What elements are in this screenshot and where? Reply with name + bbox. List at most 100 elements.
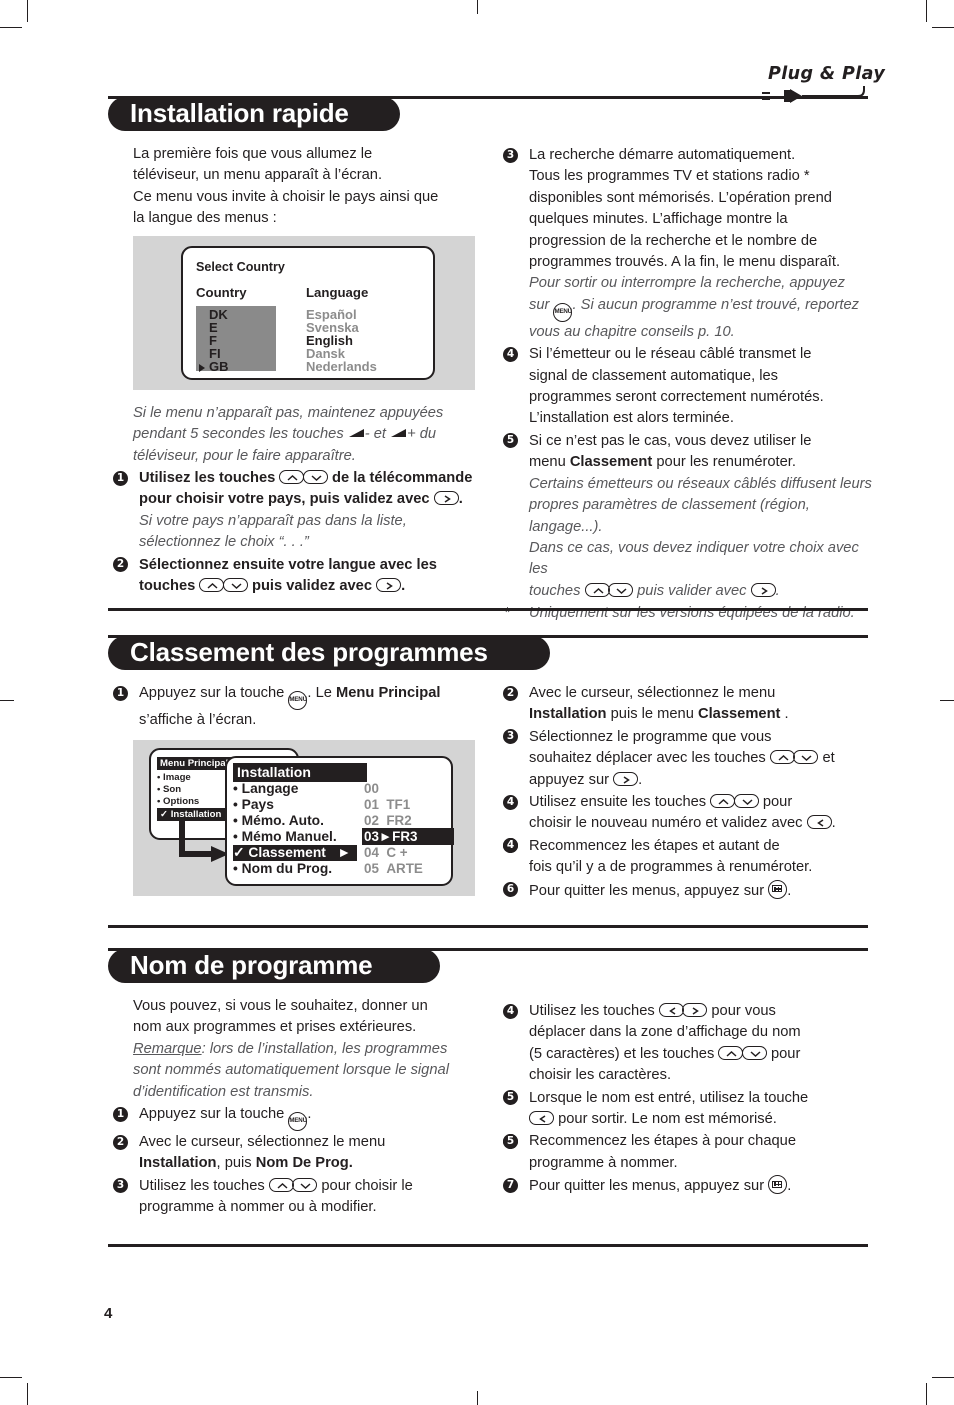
osd-language-4[interactable]: Nederlands: [306, 359, 377, 374]
plug-and-play-label: Plug & Play: [768, 64, 886, 84]
menu-key-icon[interactable]: MENU: [288, 691, 308, 710]
osd-install-item-classement[interactable]: ✓ Classement ►: [233, 845, 357, 861]
list-item: 5 Recommencez les étapes 3 et 4 autant d…: [503, 836, 873, 879]
step-5-line-2a: menu: [529, 454, 570, 471]
crop-mark-bottom-left: [27, 1383, 28, 1405]
chevron-left-key-icon[interactable]: [529, 1111, 554, 1126]
menu-key-icon[interactable]: MENU: [553, 302, 573, 322]
step-5-note-4b: puis valider avec: [633, 582, 751, 599]
chevron-down-key-icon[interactable]: [733, 794, 759, 809]
s3-step-6-line1a: Recommencez les étapes: [529, 1133, 703, 1150]
up-down-keys: [268, 1177, 318, 1194]
exit-key-icon[interactable]: [768, 879, 788, 899]
list-item: 5 Si ce n’est pas le cas, vous devez uti…: [503, 431, 873, 602]
left-right-keys: [658, 1003, 708, 1019]
osd-program-name: FR3: [392, 829, 418, 844]
osd-program-row[interactable]: 05 ARTE: [364, 861, 423, 876]
chevron-up-key-icon[interactable]: [710, 794, 736, 809]
section-2-title: Classement des programmes: [130, 636, 488, 667]
footnote-marker: *: [504, 605, 510, 622]
volume-down-icon: [348, 425, 365, 438]
chevron-right-key-icon[interactable]: [682, 1003, 708, 1017]
section-2-right-steps: 2 Avec le curseur, sélectionnez le menu …: [503, 683, 873, 902]
osd-program-row[interactable]: 01 TF1: [364, 797, 410, 812]
osd-main-menu-item-image[interactable]: • Image: [157, 772, 191, 783]
chevron-right-key-icon[interactable]: [433, 491, 459, 506]
osd-program-row[interactable]: 04 C +: [364, 845, 408, 860]
chevron-left-key-icon[interactable]: [658, 1003, 684, 1017]
chevron-down-key-icon[interactable]: [302, 470, 328, 484]
chevron-right-key-icon[interactable]: [613, 771, 639, 786]
chevron-down-key-icon[interactable]: [793, 750, 819, 765]
list-item: 1 Appuyez sur la touche MENU.: [113, 1104, 485, 1131]
list-item: 5 Lorsque le nom est entré, utilisez la …: [503, 1088, 873, 1131]
chevron-up-key-icon[interactable]: [769, 750, 795, 765]
s2-step-1-line2: s’affiche à l’écran.: [139, 712, 257, 728]
chevron-down-key-icon[interactable]: [292, 1177, 318, 1192]
osd-install-item-nom-du-prog[interactable]: • Nom du Prog.: [233, 861, 332, 876]
section-3-intro: Vous pouvez, si vous le souhaitez, donne…: [133, 996, 483, 1103]
osd-main-menu-label: Son: [163, 784, 182, 795]
chevron-up-key-icon[interactable]: [718, 1045, 744, 1060]
chevron-right-key-icon[interactable]: [376, 578, 402, 593]
exit-key-icon[interactable]: [768, 1175, 788, 1195]
step-2-text-a: Sélectionnez ensuite votre langue avec l…: [139, 556, 437, 573]
volume-up-icon: [390, 425, 407, 438]
osd-program-number: 01: [364, 797, 379, 812]
list-item: 3 Utilisez les touches pour choisir le p…: [113, 1176, 485, 1219]
step-5-note-4a: touches: [529, 582, 585, 599]
s2-step-3-line3a: appuyez sur: [529, 771, 614, 788]
up-down-keys: [710, 794, 759, 810]
osd-program-row[interactable]: 02 FR2: [364, 813, 412, 828]
chevron-down-key-icon[interactable]: [741, 1045, 767, 1060]
figure-note-line-3: téléviseur, pour le faire apparaître.: [133, 447, 356, 464]
chevron-up-key-icon[interactable]: [279, 470, 305, 484]
chevron-down-key-icon[interactable]: [222, 578, 248, 593]
s2-step-5-line2: fois qu’il y a de programmes à renumérot…: [529, 859, 813, 876]
step-number: 7: [503, 1177, 518, 1193]
chevron-left-key-icon[interactable]: [806, 815, 832, 830]
s2-step-6-line1a: Pour quitter les menus, appuyez sur: [529, 882, 769, 899]
s3-step-4-line2: déplacer dans la zone d’affichage du nom: [529, 1024, 801, 1041]
s2-step-6-line1b: .: [787, 882, 792, 899]
crop-mark-top-right: [926, 0, 927, 22]
osd-install-item-langage[interactable]: • Langage: [233, 781, 298, 796]
osd-install-item-memo-auto[interactable]: • Mémo. Auto.: [233, 813, 324, 828]
intro-line-3: Ce menu vous invite à choisir le pays ai…: [133, 188, 439, 205]
chevron-down-key-icon[interactable]: [608, 582, 634, 597]
s2-step-4-line1b: pour: [758, 794, 793, 811]
chevron-up-key-icon[interactable]: [268, 1177, 294, 1192]
osd-select-country-title: Select Country: [196, 260, 285, 274]
s3-step-3-line1b: pour choisir le: [317, 1177, 413, 1194]
osd-program-number: 00: [364, 781, 379, 796]
menu-key-icon[interactable]: MENU: [288, 1112, 308, 1131]
s3-remark-line-2: sont nommés automatiquement lorsque le s…: [133, 1062, 449, 1079]
s3-step-7-line1b: .: [787, 1178, 792, 1195]
crop-mark-left-top: [0, 27, 22, 28]
osd-program-row[interactable]: 00: [364, 781, 379, 796]
osd-country-4[interactable]: GB: [209, 359, 229, 374]
step-4-line-3: programmes seront correctement numérotés…: [529, 389, 824, 406]
figure-note-line-2b: - et: [364, 426, 391, 443]
section-1-left-column: La première fois que vous allumez le tél…: [133, 144, 478, 230]
osd-install-item-memo-manuel[interactable]: • Mémo Manuel.: [233, 829, 337, 844]
step-4-line-2: signal de classement automatique, les: [529, 367, 779, 384]
chevron-right-key-icon[interactable]: [750, 582, 776, 597]
chevron-up-key-icon[interactable]: [584, 582, 610, 597]
step-1-note-2: sélectionnez le choix “. . .”: [139, 534, 309, 551]
osd-main-menu-item-son[interactable]: • Son: [157, 784, 181, 795]
step-4-line-1: Si l’émetteur ou le réseau câblé transme…: [529, 346, 812, 363]
up-down-keys: [769, 750, 819, 766]
osd-install-item-pays[interactable]: • Pays: [233, 797, 274, 812]
footnote: * Uniquement sur les versions équipées d…: [503, 603, 873, 624]
chevron-up-key-icon[interactable]: [199, 578, 225, 593]
step-number: 6: [503, 882, 518, 898]
osd-program-name: ARTE: [386, 861, 423, 876]
osd-install-label: Mémo. Auto.: [241, 813, 324, 828]
step-number: 4: [503, 346, 518, 362]
s2-step-1-menu-name: Menu Principal: [336, 685, 441, 701]
osd-program-row-selected[interactable]: 03►FR3: [362, 828, 454, 845]
osd-main-menu-item-options[interactable]: • Options: [157, 796, 199, 807]
plug-cord-icon: [762, 86, 865, 103]
s3-remark-line-3: d’identification est transmis.: [133, 1083, 314, 1100]
